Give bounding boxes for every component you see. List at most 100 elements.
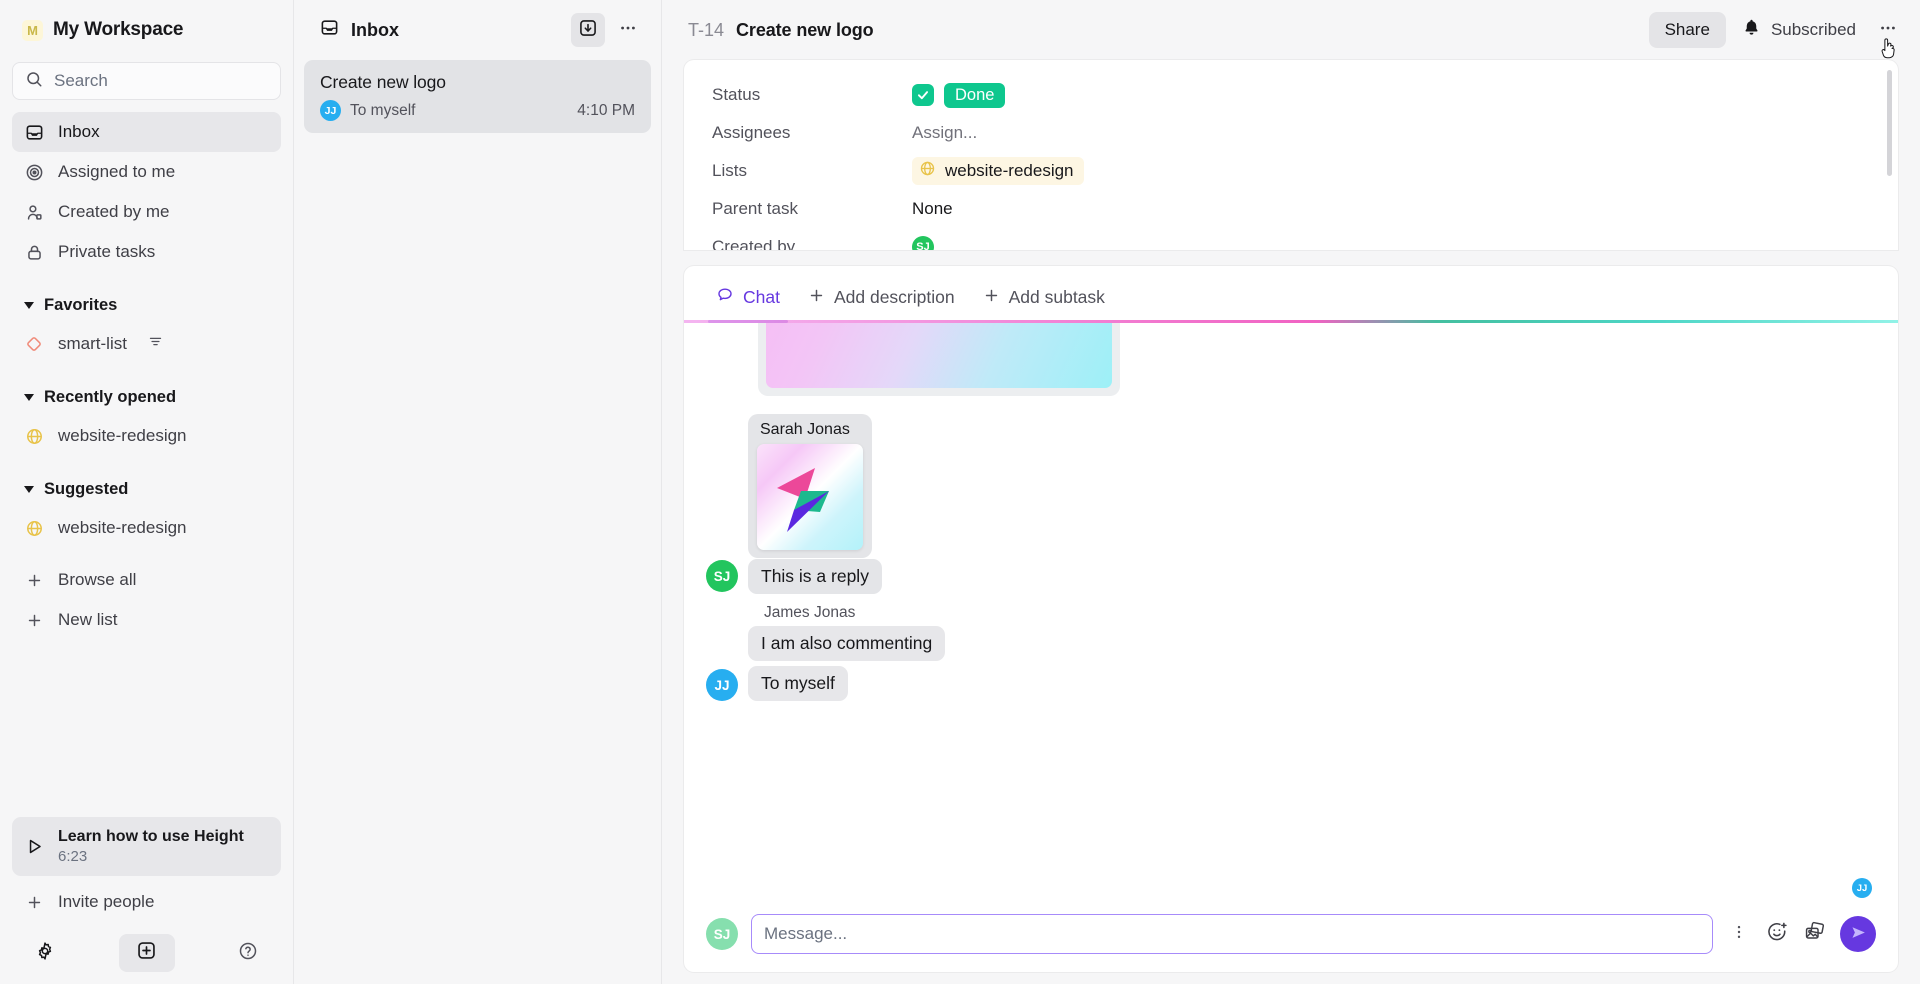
composer-row: SJ	[706, 914, 1876, 954]
sidebar-item-inbox[interactable]: Inbox	[12, 112, 281, 152]
list-item-title: Create new logo	[320, 72, 446, 92]
read-receipt-avatar: JJ	[1852, 878, 1872, 898]
tab-add-description[interactable]: Add description	[798, 279, 965, 323]
sidebar-item-assigned-to-me[interactable]: Assigned to me	[12, 152, 281, 192]
list-chip-label: website-redesign	[945, 161, 1074, 180]
parent-task-value[interactable]: None	[912, 199, 953, 219]
section-title: Favorites	[44, 295, 118, 314]
list-chip[interactable]: website-redesign	[912, 157, 1084, 185]
gif-button[interactable]	[1802, 921, 1828, 947]
sidebar-item-website-redesign-suggested[interactable]: website-redesign	[12, 508, 281, 548]
share-button[interactable]: Share	[1648, 12, 1726, 48]
reply-sender-name: Sarah Jonas	[760, 421, 850, 438]
message-group: To myself	[748, 666, 848, 701]
property-row-lists[interactable]: Lists website-redesign	[684, 152, 1898, 190]
property-label: Status	[712, 85, 761, 104]
reply-quote-block[interactable]: Sarah Jonas	[748, 414, 872, 558]
message-bubble[interactable]: I am also commenting	[748, 626, 946, 661]
learn-card-title: Learn how to use Height	[58, 827, 244, 845]
avatar: JJ	[706, 669, 738, 701]
section-title: Recently opened	[44, 387, 177, 406]
property-row-status[interactable]: Status Done	[684, 76, 1898, 114]
attachment-frame	[758, 323, 1120, 396]
lock-icon	[24, 242, 44, 262]
section-favorites[interactable]: Favorites	[12, 286, 281, 324]
subscribed-label: Subscribed	[1770, 20, 1856, 39]
list-pane-actions	[571, 13, 645, 47]
section-recently-opened[interactable]: Recently opened	[12, 378, 281, 416]
property-row-parent-task[interactable]: Parent task None	[684, 190, 1898, 228]
avatar: SJ	[912, 236, 934, 250]
search-input[interactable]: Search	[12, 62, 281, 100]
avatar: JJ	[320, 100, 341, 121]
plus-icon	[808, 287, 825, 309]
plus-icon	[24, 892, 44, 912]
sidebar: M My Workspace Search Inbox Assigned to …	[0, 0, 294, 984]
property-row-assignees[interactable]: Assignees Assign...	[684, 114, 1898, 152]
app-root: M My Workspace Search Inbox Assigned to …	[0, 0, 1920, 984]
workspace-title: My Workspace	[53, 19, 184, 40]
sidebar-item-created-by-me[interactable]: Created by me	[12, 192, 281, 232]
property-label: Created by	[712, 237, 796, 250]
subscribed-toggle[interactable]: Subscribed	[1734, 12, 1864, 48]
archive-button[interactable]	[571, 13, 605, 47]
tab-chat[interactable]: Chat	[706, 278, 790, 323]
property-label: Assignees	[712, 123, 791, 142]
property-value[interactable]: Done	[912, 82, 1006, 108]
list-more-options-button[interactable]	[611, 13, 645, 47]
gear-icon	[35, 941, 55, 966]
inbox-icon	[320, 18, 339, 42]
emoji-button[interactable]	[1764, 921, 1790, 947]
chat-message-list[interactable]: SJ Sarah Jonas This is a reply James Jon…	[684, 323, 1898, 900]
diamond-icon	[24, 334, 44, 354]
avatar: SJ	[706, 918, 738, 950]
workspace-header[interactable]: M My Workspace	[12, 0, 281, 60]
plus-icon	[24, 570, 44, 590]
more-vertical-icon	[1730, 923, 1748, 946]
message-composer: JJ SJ	[684, 878, 1898, 972]
workspace-avatar: M	[22, 19, 43, 41]
sidebar-item-private-tasks[interactable]: Private tasks	[12, 232, 281, 272]
sidebar-item-label: website-redesign	[58, 518, 187, 537]
globe-icon	[24, 518, 44, 538]
learn-card-duration: 6:23	[58, 847, 88, 865]
assignees-value[interactable]: Assign...	[912, 123, 977, 143]
message-bubble[interactable]: This is a reply	[748, 559, 882, 594]
chevron-down-icon	[24, 301, 34, 309]
message-bubble[interactable]: To myself	[748, 666, 848, 701]
plus-icon	[24, 610, 44, 630]
settings-button[interactable]	[26, 934, 64, 972]
sidebar-item-label: smart-list	[58, 334, 127, 353]
sidebar-item-label: Private tasks	[58, 242, 156, 261]
help-button[interactable]	[229, 934, 267, 972]
tab-add-subtask[interactable]: Add subtask	[973, 279, 1115, 323]
chat-messages: SJ Sarah Jonas This is a reply James Jon…	[706, 323, 1876, 709]
list-item[interactable]: Create new logo JJ To myself 4:10 PM	[304, 60, 651, 133]
globe-icon	[24, 426, 44, 446]
send-button[interactable]	[1840, 916, 1876, 952]
invite-people-button[interactable]: Invite people	[12, 882, 281, 922]
message-input[interactable]	[751, 914, 1713, 954]
images-icon	[1804, 921, 1826, 948]
property-row-created-by[interactable]: Created by SJ	[684, 228, 1898, 250]
message-group: I am also commenting	[748, 626, 946, 661]
sidebar-item-website-redesign-recent[interactable]: website-redesign	[12, 416, 281, 456]
check-icon	[912, 84, 934, 106]
sidebar-item-label: Inbox	[58, 122, 100, 141]
learn-height-card[interactable]: Learn how to use Height 6:23	[12, 816, 281, 876]
task-tabs: Chat Add description Add subtask	[684, 266, 1898, 323]
browse-all-button[interactable]: Browse all	[12, 560, 281, 600]
status-badge: Done	[944, 82, 1006, 108]
tab-label: Add subtask	[1008, 287, 1105, 307]
search-icon	[25, 70, 43, 93]
sidebar-item-smart-list[interactable]: smart-list	[12, 324, 281, 364]
plus-box-icon	[136, 940, 157, 966]
message-image-attachment[interactable]	[706, 323, 1876, 396]
new-list-button[interactable]: New list	[12, 600, 281, 640]
new-item-button[interactable]	[118, 934, 175, 972]
section-suggested[interactable]: Suggested	[12, 470, 281, 508]
composer-more-button[interactable]	[1726, 921, 1752, 947]
task-properties-card: Status Done Assignees Assign... Lists we…	[684, 60, 1898, 250]
properties-scrollbar[interactable]	[1887, 70, 1892, 176]
chevron-down-icon	[24, 393, 34, 401]
